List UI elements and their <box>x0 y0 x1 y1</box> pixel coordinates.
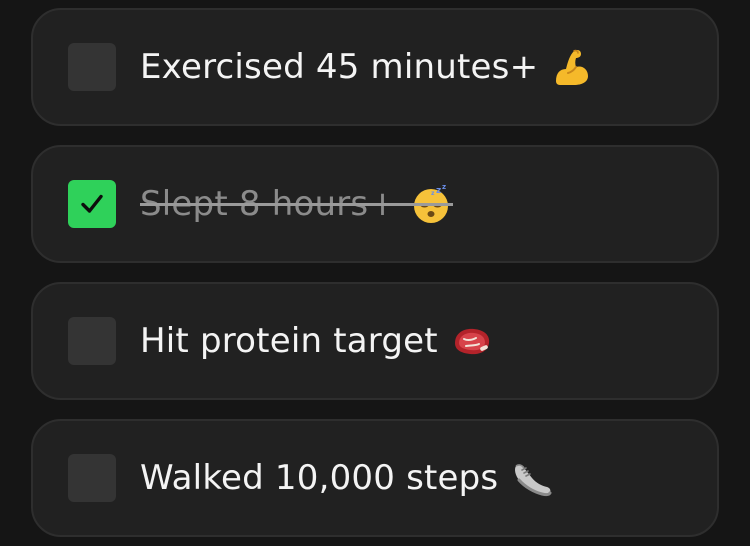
habit-checklist: Exercised 45 minutes+ Slept 8 hours+ z z… <box>31 8 719 537</box>
habit-item-protein[interactable]: Hit protein target <box>31 282 719 400</box>
flexed-biceps-icon <box>550 45 594 89</box>
svg-text:z: z <box>436 186 441 196</box>
habit-checkbox-protein[interactable] <box>68 317 116 365</box>
habit-label-row: Slept 8 hours+ z z z <box>140 182 453 226</box>
habit-label-exercise: Exercised 45 minutes+ <box>140 47 539 87</box>
habit-item-exercise[interactable]: Exercised 45 minutes+ <box>31 8 719 126</box>
habit-checkbox-sleep[interactable] <box>68 180 116 228</box>
svg-text:z: z <box>431 190 435 197</box>
steak-icon <box>450 319 494 363</box>
checkmark-icon <box>78 190 106 218</box>
strikethrough-line <box>140 203 453 206</box>
habit-checkbox-exercise[interactable] <box>68 43 116 91</box>
habit-label-row: Hit protein target <box>140 319 494 363</box>
habit-label-steps: Walked 10,000 steps <box>140 458 499 498</box>
habit-label-row: Exercised 45 minutes+ <box>140 45 594 89</box>
svg-text:z: z <box>442 183 446 191</box>
habit-label-row: Walked 10,000 steps <box>140 456 554 500</box>
strikethrough-group: Slept 8 hours+ z z z <box>140 182 453 226</box>
habit-label-protein: Hit protein target <box>140 321 438 361</box>
sneaker-icon <box>510 456 554 500</box>
habit-item-steps[interactable]: Walked 10,000 steps <box>31 419 719 537</box>
habit-checkbox-steps[interactable] <box>68 454 116 502</box>
habit-item-sleep[interactable]: Slept 8 hours+ z z z <box>31 145 719 263</box>
